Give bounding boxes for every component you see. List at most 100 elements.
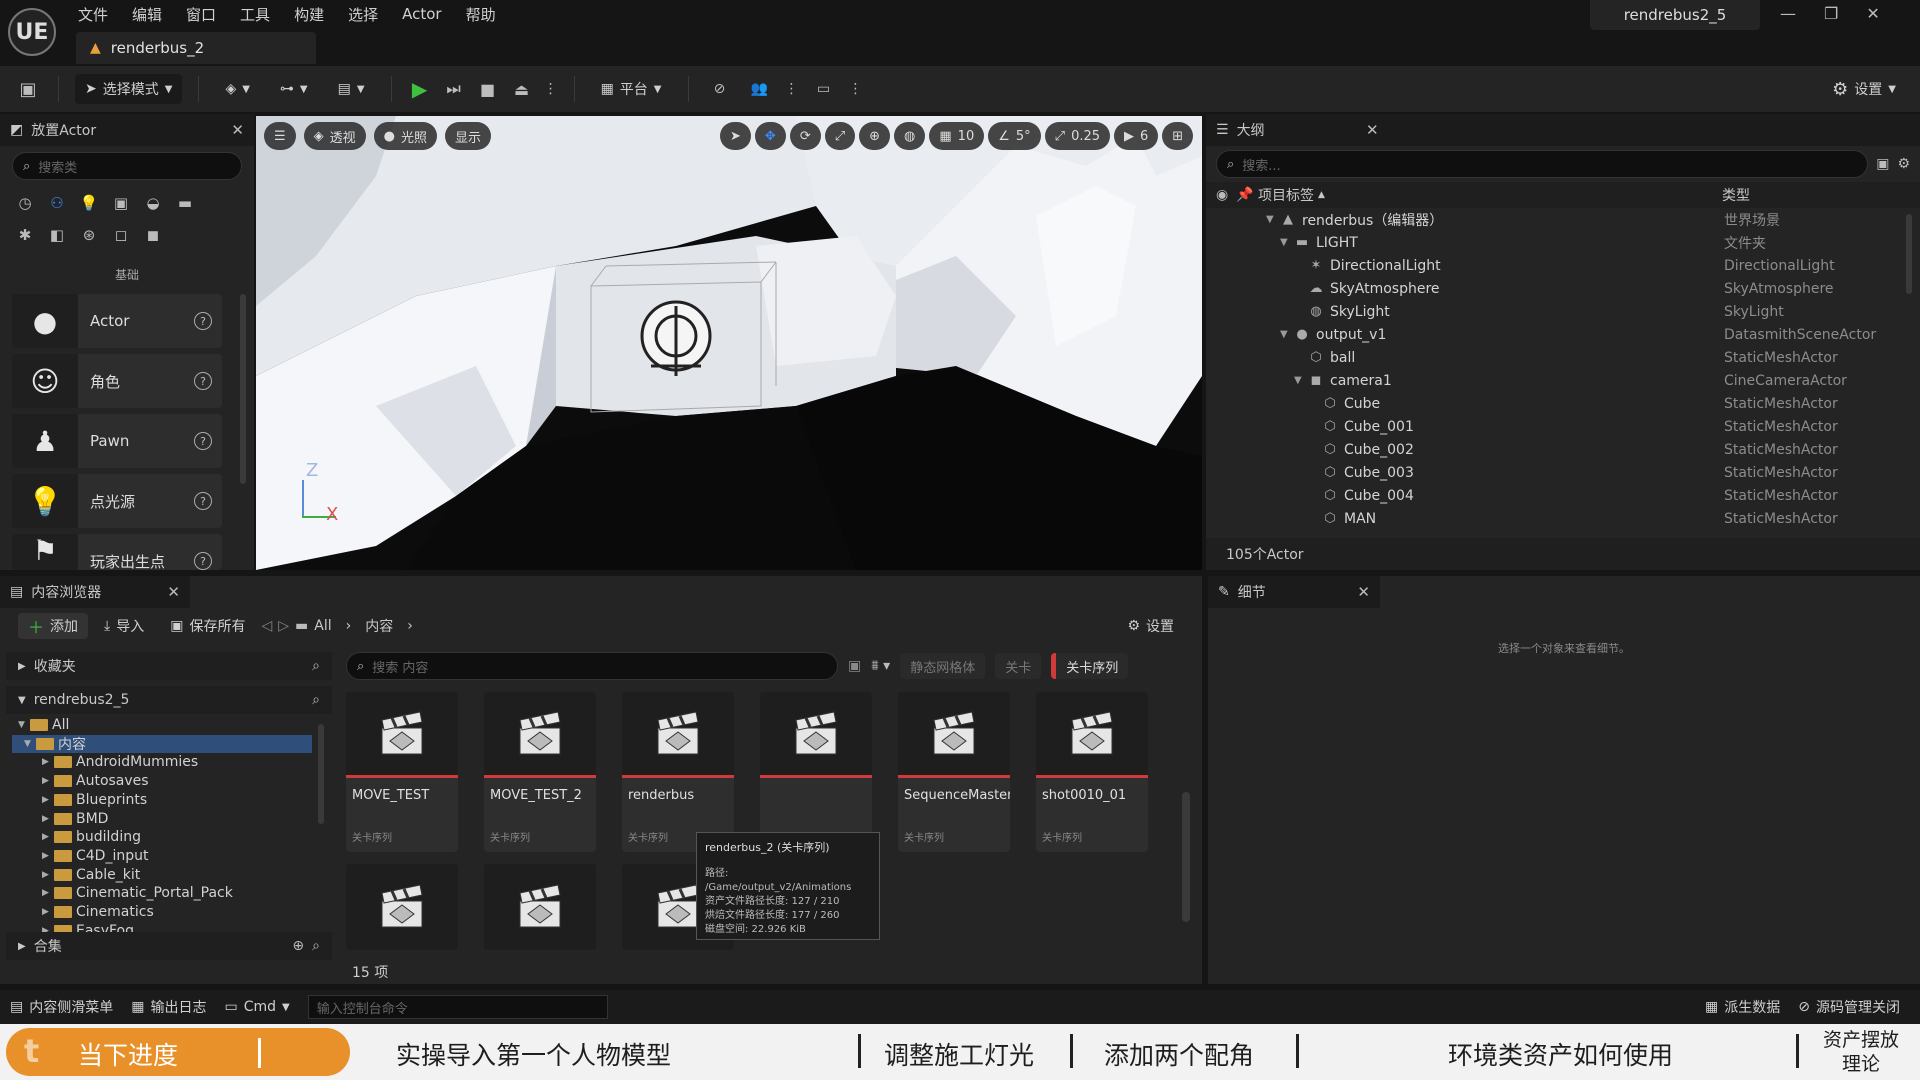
volumes-icon[interactable]: ✱ — [14, 224, 36, 246]
expand-toggle-icon[interactable]: ▶ — [42, 907, 54, 917]
lights-icon[interactable]: 💡 — [78, 192, 100, 214]
select-mode-button[interactable]: ➤ 选择模式 ▼ — [75, 74, 183, 104]
outliner-row[interactable]: ◍ SkyLight SkyLight — [1206, 300, 1906, 323]
revision-icon[interactable]: ▭ — [809, 81, 839, 97]
outliner-row[interactable]: ▼ ◼ camera1 CineCameraActor — [1206, 369, 1906, 392]
select-tool-icon[interactable]: ➤ — [720, 122, 751, 150]
more-options-icon[interactable]: ⋮ — [785, 81, 799, 97]
outliner-row[interactable]: ⬡ Cube_004 StaticMeshActor — [1206, 484, 1906, 507]
cmd-dropdown[interactable]: ▭ Cmd ▼ — [224, 999, 289, 1015]
output-log-button[interactable]: ▦ 输出日志 — [131, 997, 206, 1017]
content-settings-button[interactable]: ⚙ 设置 — [1117, 613, 1184, 639]
users-icon[interactable]: 👥 — [745, 81, 775, 97]
menu-item[interactable]: 构建 — [294, 4, 324, 25]
breadcrumb-all[interactable]: All — [314, 618, 331, 634]
outliner-row[interactable]: ☁ SkyAtmosphere SkyAtmosphere — [1206, 277, 1906, 300]
outliner-row[interactable]: ⬡ Cube_001 StaticMeshActor — [1206, 415, 1906, 438]
forward-icon[interactable]: ▷ — [278, 618, 289, 634]
close-window-icon[interactable]: ✕ — [1866, 4, 1879, 23]
expand-toggle-icon[interactable]: ▶ — [42, 776, 54, 786]
unreal-logo[interactable]: UE — [8, 8, 56, 56]
asset-tile[interactable] — [346, 864, 458, 950]
expand-toggle-icon[interactable]: ▼ — [1280, 237, 1294, 248]
folder-tree-item[interactable]: ▼ All — [18, 716, 69, 734]
scale-tool-icon[interactable]: ⤢ — [824, 122, 856, 150]
menu-item[interactable]: 编辑 — [132, 4, 162, 25]
folder-tree-item[interactable]: ▶ BMD — [18, 810, 108, 828]
camera-speed-button[interactable]: ▶ 6 — [1114, 122, 1159, 150]
maximize-viewport-icon[interactable]: ⊞ — [1162, 122, 1194, 150]
class-search-input[interactable]: ⌕ 搜索类 — [12, 152, 242, 180]
grid-snap-button[interactable]: ▦ 10 — [929, 122, 985, 150]
viewport-menu-button[interactable]: ☰ — [264, 122, 296, 150]
place-pawn-item[interactable]: ♟ Pawn ? — [12, 414, 222, 468]
all-classes-icon[interactable]: ◧ — [46, 224, 68, 246]
play-icon[interactable]: ▶ — [408, 77, 432, 101]
favorites-header[interactable]: ▶ 收藏夹 ⌕ — [6, 652, 332, 680]
folder-tree-item[interactable]: ▼ 内容 — [12, 734, 312, 753]
outliner-scrollbar[interactable] — [1906, 214, 1912, 294]
column-label[interactable]: 项目标签 — [1258, 185, 1314, 205]
save-all-button[interactable]: ▣ 保存所有 — [160, 613, 255, 639]
expand-toggle-icon[interactable]: ▶ — [42, 814, 54, 824]
folder-tree-item[interactable]: ▶ Cinematic_Portal_Pack — [18, 884, 233, 902]
folder-tree-item[interactable]: ▶ Cinematics — [18, 903, 154, 921]
expand-toggle-icon[interactable]: ▶ — [42, 757, 54, 767]
folder-tree-item[interactable]: ▶ Blueprints — [18, 791, 147, 809]
outliner-row[interactable]: ⬡ Cube StaticMeshActor — [1206, 392, 1906, 415]
collections-header[interactable]: ▶ 合集 ⊕ ⌕ — [6, 932, 332, 960]
expand-toggle-icon[interactable]: ▶ — [42, 851, 54, 861]
angle-snap-button[interactable]: ∠ 5° — [988, 122, 1041, 150]
blueprint-button[interactable]: ⊶ ▼ — [270, 74, 318, 104]
rotate-tool-icon[interactable]: ⟳ — [789, 122, 821, 150]
basic-icon[interactable]: ⚇ — [46, 192, 68, 214]
source-icon[interactable]: ⊘ — [705, 81, 735, 97]
outliner-search-input[interactable]: ⌕ 搜索... — [1216, 150, 1869, 178]
back-icon[interactable]: ◁ — [261, 618, 272, 634]
box-icon[interactable]: ◻ — [110, 224, 132, 246]
cinematic-icon[interactable]: ▣ — [110, 192, 132, 214]
add-circle-icon[interactable]: ⊕ — [292, 938, 304, 954]
place-point-light-item[interactable]: 💡 点光源 ? — [12, 474, 222, 528]
place-character-item[interactable]: ☺ 角色 ? — [12, 354, 222, 408]
level-viewport[interactable]: ☰ ◈ 透视 ● 光照 显示 ➤ ✥ ⟳ ⤢ ⊕ ◍ ▦ 10 ∠ 5° ⤢ 0.25 ▶… — [256, 116, 1202, 570]
level-tab[interactable]: ▲ renderbus_2 — [76, 32, 316, 64]
expand-toggle-icon[interactable]: ▶ — [42, 870, 54, 880]
help-icon[interactable]: ? — [194, 372, 212, 390]
help-icon[interactable]: ? — [194, 492, 212, 510]
asset-tile[interactable]: shot0010_01 关卡序列 — [1036, 692, 1148, 852]
tree-scrollbar[interactable] — [318, 724, 324, 824]
camera-gizmo[interactable] — [256, 116, 1202, 570]
source-control-button[interactable]: ⊘ 源码管理关闭 — [1798, 997, 1900, 1017]
shapes-icon[interactable]: ⊛ — [78, 224, 100, 246]
restore-icon[interactable]: ❐ — [1824, 4, 1838, 23]
more-options-icon[interactable]: ⋮ — [544, 81, 558, 97]
close-icon[interactable]: ✕ — [231, 121, 244, 139]
stop-icon[interactable]: ■ — [476, 80, 500, 99]
expand-toggle-icon[interactable]: ▼ — [1280, 329, 1294, 340]
cinematics-button[interactable]: ▤ ▼ — [328, 74, 375, 104]
settings-button[interactable]: ⚙ 设置 ▼ — [1822, 74, 1906, 104]
asset-tile[interactable] — [760, 692, 872, 852]
place-actor-item[interactable]: ● Actor ? — [12, 294, 222, 348]
outliner-row[interactable]: ▼ ● output_v1 DatasmithSceneActor — [1206, 323, 1906, 346]
asset-tile[interactable]: SequenceMaster 关卡序列 — [898, 692, 1010, 852]
outliner-row[interactable]: ⬡ MAN StaticMeshActor — [1206, 507, 1906, 530]
save-search-icon[interactable]: ▣ — [848, 658, 861, 674]
expand-toggle-icon[interactable]: ▼ — [24, 739, 36, 749]
folder-tree-item[interactable]: ▶ Autosaves — [18, 772, 149, 790]
help-icon[interactable]: ? — [194, 312, 212, 330]
panel-scrollbar[interactable] — [240, 294, 246, 484]
content-search-input[interactable]: ⌕ 搜索 内容 — [346, 652, 838, 680]
geometry-icon[interactable]: ▬ — [174, 192, 196, 214]
expand-toggle-icon[interactable]: ▶ — [42, 832, 54, 842]
move-tool-icon[interactable]: ✥ — [754, 122, 786, 150]
help-icon[interactable]: ? — [194, 552, 212, 570]
lighting-button[interactable]: ● 光照 — [373, 122, 438, 150]
add-content-button[interactable]: ◈ ▼ — [215, 74, 259, 104]
save-icon[interactable]: ▣ — [14, 79, 42, 100]
expand-toggle-icon[interactable]: ▼ — [1294, 375, 1308, 386]
breadcrumb-content[interactable]: 内容 — [365, 616, 393, 636]
visual-effects-icon[interactable]: ◒ — [142, 192, 164, 214]
outliner-row[interactable]: ⬡ Cube_003 StaticMeshActor — [1206, 461, 1906, 484]
